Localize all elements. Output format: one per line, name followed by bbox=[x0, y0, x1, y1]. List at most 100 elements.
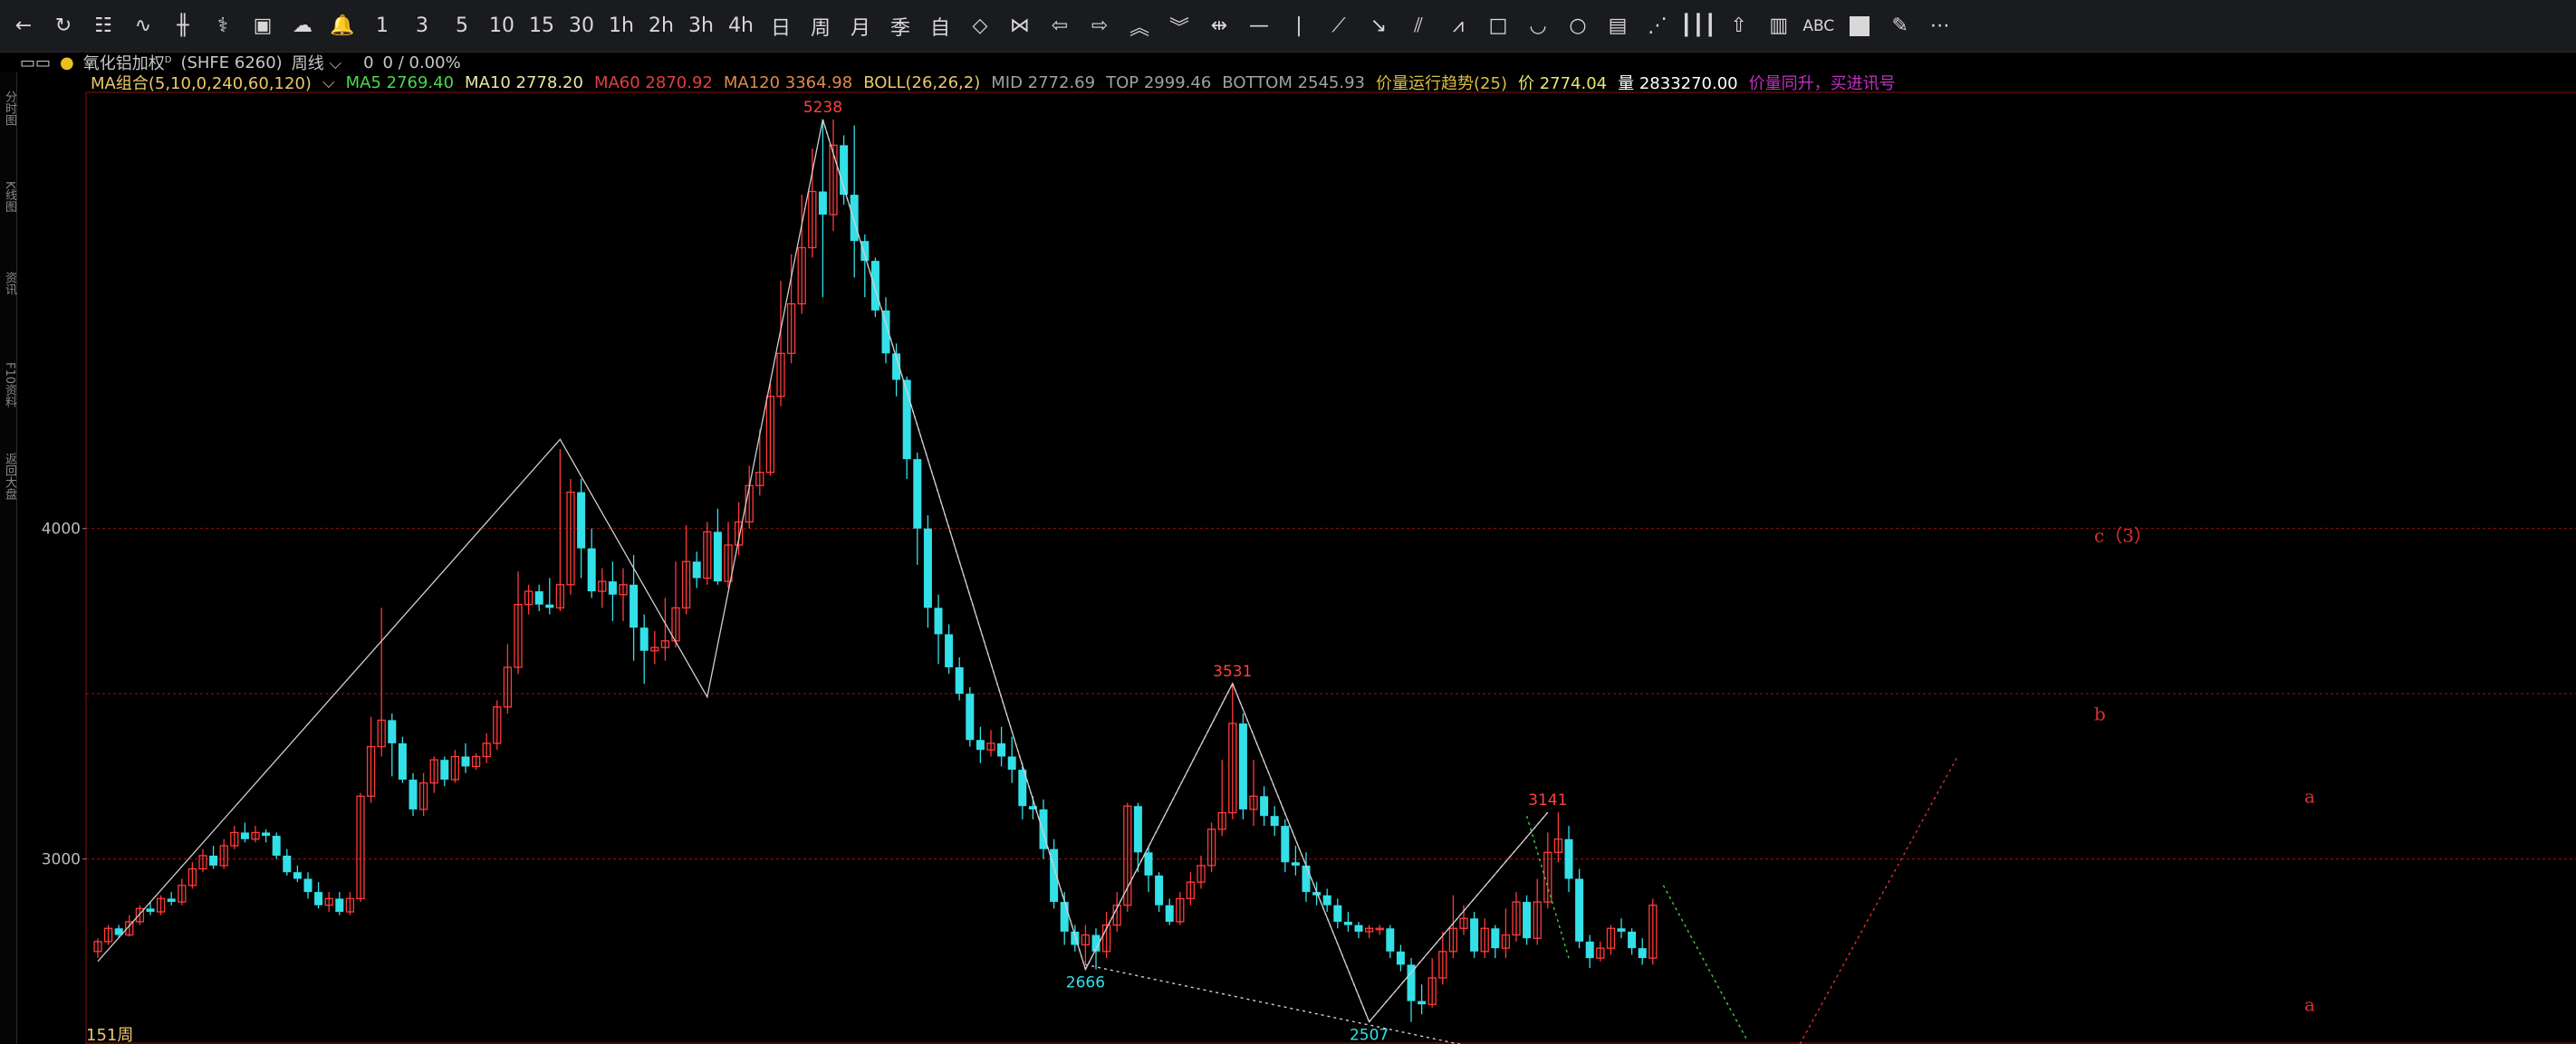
candle-body-down bbox=[1343, 921, 1352, 925]
period-1h-button[interactable]: 1h bbox=[601, 5, 641, 47]
trend-line-icon[interactable]: ⟋ bbox=[1319, 5, 1359, 47]
candle-body-down bbox=[630, 584, 639, 628]
candle-body-down bbox=[1638, 948, 1647, 959]
wave-label: a bbox=[2304, 786, 2315, 808]
candle-body-down bbox=[409, 780, 418, 809]
candle-body-down bbox=[262, 832, 271, 837]
change-value: 0 bbox=[363, 53, 374, 72]
color-swatch-icon[interactable] bbox=[1849, 15, 1870, 36]
period-quarter-button[interactable]: 季 bbox=[880, 5, 920, 47]
candle-body-down bbox=[1386, 928, 1395, 952]
candlestick-icon[interactable]: ╫ bbox=[163, 5, 203, 47]
candle-body-down bbox=[240, 832, 249, 839]
candle-body-down bbox=[167, 898, 176, 903]
text-tool-abc-button[interactable]: ABC bbox=[1799, 5, 1839, 47]
period-lines-icon[interactable]: ┃┃┃ bbox=[1677, 5, 1719, 47]
crosshair-move-icon[interactable]: ⇹ bbox=[1199, 5, 1239, 47]
gann-fan-icon[interactable]: ⋰ bbox=[1638, 5, 1677, 47]
y-tick-label: 3000 bbox=[42, 851, 81, 869]
candle-body-down bbox=[388, 720, 397, 743]
link-icon[interactable]: ▭▭ bbox=[20, 53, 51, 72]
candle-body-down bbox=[1238, 723, 1247, 809]
period-week-button[interactable]: 周 bbox=[801, 5, 841, 47]
candlestick-chart[interactable]: 3000 4000 5238 3531 3141 2666 2507 c（3） b a a 151周 bbox=[0, 72, 2576, 1044]
parallel-lines-icon[interactable]: ⫽ bbox=[1399, 5, 1438, 47]
candle-body-down bbox=[850, 195, 859, 242]
indicator-icon[interactable]: ⚕ bbox=[203, 5, 243, 47]
candle-body-down bbox=[1165, 905, 1174, 922]
ray-down-icon[interactable]: ↘ bbox=[1359, 5, 1399, 47]
period-2h-button[interactable]: 2h bbox=[641, 5, 681, 47]
period-month-button[interactable]: 月 bbox=[841, 5, 880, 47]
horizontal-line-icon[interactable]: — bbox=[1239, 5, 1279, 47]
candle-body-down bbox=[1260, 796, 1269, 817]
candle-body-down bbox=[639, 627, 649, 651]
candle-body-down bbox=[997, 742, 1006, 757]
zoom-in-icon[interactable]: ︽ bbox=[1120, 5, 1159, 47]
candle-body-down bbox=[1302, 865, 1311, 893]
circle-icon[interactable]: ○ bbox=[1558, 5, 1598, 47]
refresh-icon[interactable]: ↻ bbox=[43, 5, 83, 47]
left-tab-2[interactable]: 资讯 bbox=[1, 272, 16, 295]
candle-body-down bbox=[1491, 928, 1500, 949]
toolbar: ← ↻ ☷ ∿ ╫ ⚕ ▣ ☁ 🔔 1 3 5 10 15 30 1h 2h 3h 4h 日周月季自 ◇ ⋈ ⇦ ⇨ ︽ ︾ ⇹ — |… bbox=[0, 0, 2576, 53]
period-1min-button[interactable]: 1 bbox=[362, 5, 402, 47]
candle-body-down bbox=[146, 908, 155, 913]
period-day-button[interactable]: 日 bbox=[761, 5, 801, 47]
bowtie-icon[interactable]: ⋈ bbox=[1000, 5, 1040, 47]
fib-icon[interactable]: ▤ bbox=[1598, 5, 1638, 47]
more-icon[interactable]: ⋯ bbox=[1920, 5, 1960, 47]
wave-label: b bbox=[2094, 703, 2106, 724]
vertical-line-icon[interactable]: | bbox=[1279, 5, 1319, 47]
period-3h-button[interactable]: 3h bbox=[681, 5, 721, 47]
period-4h-button[interactable]: 4h bbox=[721, 5, 761, 47]
candle-body-down bbox=[283, 855, 292, 873]
up-arrow-icon[interactable]: ⇧ bbox=[1719, 5, 1759, 47]
line-chart-icon[interactable]: ∿ bbox=[123, 5, 163, 47]
period-10min-button[interactable]: 10 bbox=[482, 5, 522, 47]
candle-body-down bbox=[587, 548, 596, 592]
zoom-out-icon[interactable]: ︾ bbox=[1159, 5, 1199, 47]
candle-body-down bbox=[818, 191, 827, 216]
candle-body-down bbox=[1628, 931, 1637, 949]
period-3min-button[interactable]: 3 bbox=[402, 5, 442, 47]
candle-body-down bbox=[945, 634, 954, 667]
candle-body-down bbox=[870, 261, 879, 311]
ruler-icon[interactable]: ▥ bbox=[1759, 5, 1799, 47]
left-tab-4[interactable]: 返回大盘 bbox=[1, 453, 16, 500]
candle-body-down bbox=[1270, 816, 1279, 827]
eraser-icon[interactable]: ✎ bbox=[1880, 5, 1920, 47]
candle-body-down bbox=[1523, 902, 1532, 939]
extreme-price-label: 2666 bbox=[1066, 974, 1105, 992]
period-5min-button[interactable]: 5 bbox=[442, 5, 482, 47]
alarm-bell-icon[interactable]: 🔔 bbox=[322, 5, 362, 47]
wave-line-icon[interactable]: ⩘ bbox=[1438, 5, 1478, 47]
candle-body-down bbox=[1396, 951, 1405, 965]
grid-table-icon[interactable]: ☷ bbox=[83, 5, 123, 47]
candle-body-down bbox=[1155, 875, 1164, 905]
left-tab-0[interactable]: 分时图 bbox=[1, 91, 16, 126]
back-arrow-icon[interactable]: ← bbox=[4, 5, 43, 47]
extreme-price-label: 5238 bbox=[803, 99, 842, 117]
left-tab-1[interactable]: K线图 bbox=[1, 181, 16, 213]
arrow-right-icon[interactable]: ⇨ bbox=[1080, 5, 1120, 47]
period-30min-button[interactable]: 30 bbox=[562, 5, 601, 47]
candle-body-down bbox=[1585, 941, 1594, 959]
candle-body-down bbox=[1564, 838, 1573, 879]
candle-body-down bbox=[608, 581, 617, 595]
candle-body-down bbox=[913, 459, 922, 529]
period-15min-button[interactable]: 15 bbox=[522, 5, 562, 47]
candle-body-down bbox=[314, 892, 323, 905]
candle-body-down bbox=[303, 878, 312, 893]
arrow-left-icon[interactable]: ⇦ bbox=[1040, 5, 1080, 47]
change-percent: 0 / 0.00% bbox=[382, 53, 461, 72]
arc-icon[interactable]: ◡ bbox=[1518, 5, 1558, 47]
layout-icon[interactable]: ▣ bbox=[243, 5, 283, 47]
candle-body-down bbox=[1133, 806, 1142, 853]
rectangle-icon[interactable]: □ bbox=[1478, 5, 1518, 47]
period-custom-button[interactable]: 自 bbox=[920, 5, 960, 47]
candle-body-down bbox=[692, 561, 701, 579]
left-tab-3[interactable]: F10资料 bbox=[1, 362, 16, 407]
diamond-icon[interactable]: ◇ bbox=[960, 5, 1000, 47]
cloud-sync-icon[interactable]: ☁ bbox=[283, 5, 322, 47]
